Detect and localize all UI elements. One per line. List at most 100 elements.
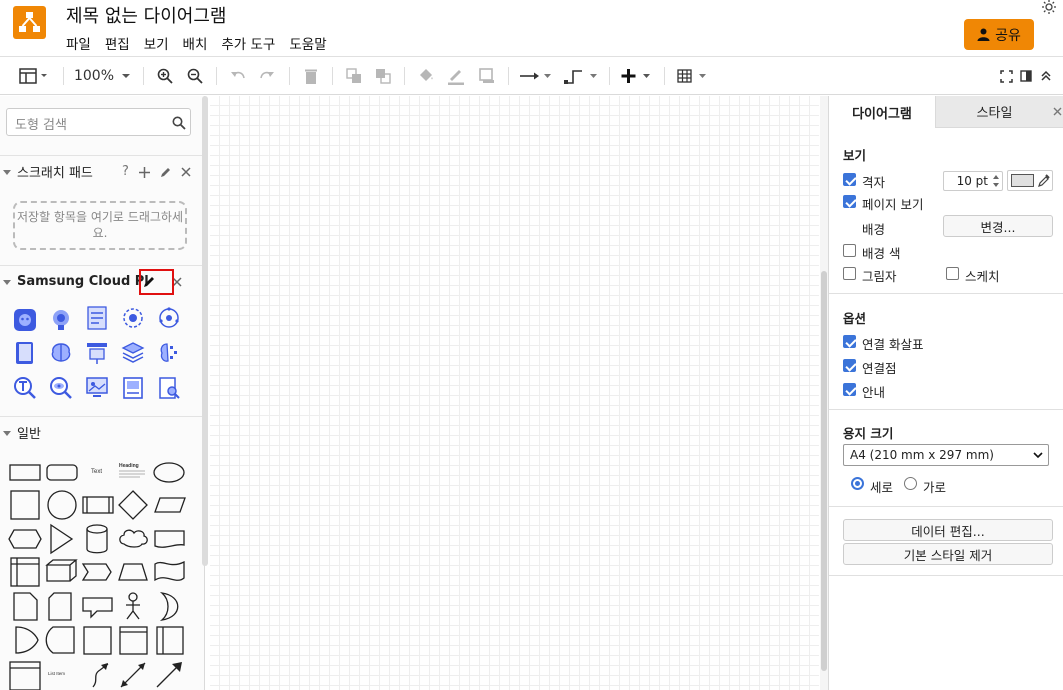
- menu-help[interactable]: 도움말: [289, 33, 333, 53]
- table-button[interactable]: [676, 57, 710, 95]
- library-shape-text-search[interactable]: [13, 376, 37, 400]
- shape-list-item-label[interactable]: List Item: [48, 671, 65, 676]
- add-icon[interactable]: [138, 167, 150, 178]
- close-panel-button[interactable]: [1053, 96, 1063, 128]
- shape-callout[interactable]: [82, 597, 113, 619]
- shape-actor[interactable]: [128, 592, 138, 602]
- redo-button[interactable]: [256, 57, 278, 95]
- shape-or[interactable]: [159, 592, 179, 621]
- clear-default-style-button[interactable]: 기본 스타일 제거: [843, 543, 1053, 565]
- shape-ellipse[interactable]: [153, 462, 185, 483]
- connection-arrows-checkbox[interactable]: [843, 335, 856, 348]
- canvas-scroll-thumb[interactable]: [821, 271, 827, 671]
- canvas-scrollbar[interactable]: [820, 96, 828, 690]
- shape-square[interactable]: [10, 490, 40, 520]
- library-shape-monitor[interactable]: [85, 376, 109, 400]
- shape-tape[interactable]: [154, 560, 185, 582]
- general-header[interactable]: 일반: [0, 416, 203, 448]
- shape-triangle[interactable]: [50, 523, 74, 555]
- shape-list[interactable]: [9, 661, 41, 690]
- diagram-title[interactable]: 제목 없는 다이어그램: [66, 2, 226, 28]
- library-shape-ml-platform[interactable]: [121, 306, 145, 330]
- menu-arrange[interactable]: 배치: [183, 33, 215, 53]
- to-back-button[interactable]: [372, 57, 394, 95]
- shape-delay[interactable]: [15, 626, 39, 654]
- collapse-toolbar-button[interactable]: [1037, 57, 1055, 95]
- shape-heading-label[interactable]: Heading: [119, 463, 139, 469]
- library-shape-ai-service[interactable]: [157, 306, 181, 330]
- portrait-radio[interactable]: [851, 477, 864, 490]
- library-shape-ai-brain[interactable]: [157, 341, 181, 365]
- close-icon[interactable]: [181, 167, 191, 177]
- stepper-arrows-icon[interactable]: [990, 172, 1002, 190]
- shape-search-input[interactable]: 도형 검색: [6, 108, 191, 136]
- library-shape-ai[interactable]: [49, 308, 73, 332]
- menu-file[interactable]: 파일: [66, 33, 98, 53]
- edit-icon[interactable]: [160, 167, 171, 178]
- background-color-checkbox[interactable]: [843, 244, 856, 257]
- shape-cloud[interactable]: [119, 529, 148, 548]
- sidebar-scrollbar[interactable]: [202, 96, 208, 566]
- library-shape-book[interactable]: [121, 376, 145, 400]
- menu-edit[interactable]: 편집: [105, 33, 137, 53]
- help-icon[interactable]: ?: [122, 164, 129, 179]
- paper-size-select[interactable]: A4 (210 mm x 297 mm): [843, 444, 1049, 466]
- share-button[interactable]: 공유: [964, 19, 1034, 50]
- scratchpad-header[interactable]: 스크래치 패드 ?: [0, 155, 203, 187]
- view-toggle-button[interactable]: [16, 57, 52, 95]
- tab-style[interactable]: 스타일: [935, 96, 1053, 128]
- menu-extras[interactable]: 추가 도구: [221, 33, 282, 53]
- undo-button[interactable]: [227, 57, 249, 95]
- shape-parallelogram[interactable]: [154, 497, 186, 513]
- grid-checkbox[interactable]: [843, 173, 856, 186]
- shape-text-label[interactable]: Text: [91, 469, 102, 475]
- library-shape-vision-search[interactable]: [49, 376, 73, 400]
- format-panel-toggle-button[interactable]: [1017, 57, 1035, 95]
- guides-checkbox[interactable]: [843, 383, 856, 396]
- line-color-button[interactable]: [445, 57, 467, 95]
- library-shape-pipeline[interactable]: [85, 341, 109, 365]
- tab-diagram[interactable]: 다이어그램: [829, 96, 935, 128]
- zoom-in-button[interactable]: [154, 57, 176, 95]
- shadow-button[interactable]: [476, 57, 498, 95]
- library-shape-chatbot[interactable]: [13, 308, 37, 332]
- shape-card[interactable]: [48, 592, 72, 621]
- shape-rounded-rectangle[interactable]: [46, 464, 78, 481]
- shape-circle[interactable]: [47, 490, 77, 520]
- to-front-button[interactable]: [343, 57, 365, 95]
- change-background-button[interactable]: 변경...: [943, 215, 1053, 237]
- shape-hexagon[interactable]: [8, 529, 42, 549]
- drawio-logo[interactable]: [13, 6, 46, 39]
- connection-style-button[interactable]: [517, 57, 553, 95]
- connection-points-checkbox[interactable]: [843, 359, 856, 372]
- shape-note[interactable]: [13, 592, 38, 621]
- library-shape-document-search[interactable]: [157, 376, 181, 400]
- waypoint-button[interactable]: [563, 57, 599, 95]
- shadow-checkbox[interactable]: [843, 267, 856, 280]
- diagram-canvas[interactable]: [210, 96, 819, 690]
- search-icon[interactable]: [172, 116, 186, 130]
- fullscreen-button[interactable]: [997, 57, 1015, 95]
- grid-color-button[interactable]: [1007, 170, 1053, 191]
- landscape-radio[interactable]: [904, 477, 917, 490]
- shape-trapezoid[interactable]: [118, 563, 148, 581]
- zoom-dropdown[interactable]: 100%: [72, 57, 134, 95]
- zoom-out-button[interactable]: [184, 57, 206, 95]
- fill-color-button[interactable]: [415, 57, 437, 95]
- theme-sun-icon[interactable]: [1041, 0, 1057, 16]
- insert-button[interactable]: [620, 57, 654, 95]
- shape-display[interactable]: [45, 626, 75, 654]
- sketch-checkbox[interactable]: [946, 267, 959, 280]
- shape-rectangle[interactable]: [9, 464, 41, 481]
- shape-diamond[interactable]: [118, 490, 148, 520]
- delete-button[interactable]: [300, 57, 322, 95]
- page-view-checkbox[interactable]: [843, 195, 856, 208]
- shape-document[interactable]: [154, 530, 185, 548]
- library-shape-layers[interactable]: [121, 341, 145, 365]
- scratchpad-dropzone[interactable]: 저장할 항목을 여기로 드래그하세요.: [13, 201, 187, 250]
- shape-container[interactable]: [119, 626, 148, 655]
- shape-internal-storage[interactable]: [10, 557, 40, 587]
- shape-square-2[interactable]: [83, 626, 112, 655]
- menu-view[interactable]: 보기: [144, 33, 176, 53]
- library-shape-notebook[interactable]: [13, 341, 37, 365]
